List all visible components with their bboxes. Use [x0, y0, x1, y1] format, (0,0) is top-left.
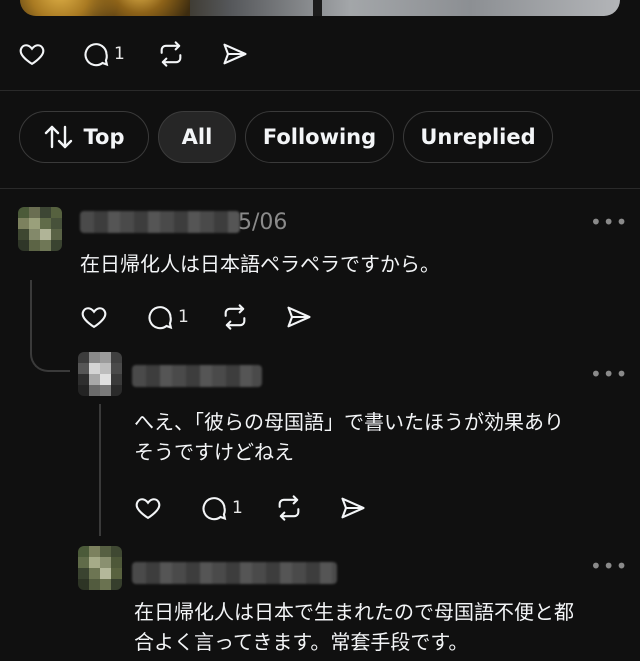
thread-connector: [30, 280, 70, 372]
image-gold-region: [20, 0, 190, 16]
more-options-icon[interactable]: •••: [590, 554, 628, 578]
heart-icon: [135, 498, 161, 520]
image-pole: [313, 0, 322, 16]
repost-icon: [278, 495, 300, 521]
comment-text: 在日帰化人は日本語ペラペラですから。: [80, 252, 440, 276]
comment-actions: 1: [134, 490, 367, 526]
like-button[interactable]: [18, 40, 46, 68]
reply-count: 1: [114, 44, 125, 64]
speech-bubble-icon: [148, 306, 173, 330]
send-icon: [287, 306, 311, 328]
reply-button[interactable]: 1: [200, 494, 243, 522]
like-button[interactable]: [134, 494, 162, 522]
share-button[interactable]: [221, 40, 249, 68]
filter-following-button[interactable]: Following: [245, 111, 394, 163]
username-blurred[interactable]: [132, 562, 337, 584]
more-options-icon[interactable]: •••: [590, 210, 628, 234]
more-options-icon[interactable]: •••: [590, 362, 628, 386]
repost-button[interactable]: [275, 494, 303, 522]
repost-icon: [224, 304, 246, 330]
send-icon: [341, 497, 365, 519]
comment-text-line-2: 合よく言ってきます。常套手段です。: [134, 630, 469, 654]
share-button[interactable]: [339, 494, 367, 522]
post-image[interactable]: [20, 0, 620, 16]
repost-icon: [160, 41, 182, 67]
reply-count: 1: [178, 307, 189, 327]
repost-button[interactable]: [157, 40, 185, 68]
post-date: 5/06: [238, 210, 288, 235]
speech-bubble-icon: [84, 43, 109, 67]
username-blurred[interactable]: [80, 211, 240, 233]
heart-icon: [19, 44, 45, 66]
send-icon: [223, 43, 247, 65]
filter-unreplied-label: Unreplied: [420, 125, 536, 149]
filter-unreplied-button[interactable]: Unreplied: [403, 111, 553, 163]
username-blurred[interactable]: [132, 365, 262, 387]
filter-top-button[interactable]: Top: [19, 111, 149, 163]
filter-top-label: Top: [83, 125, 125, 149]
thread-line: [99, 404, 101, 536]
avatar[interactable]: [78, 352, 122, 396]
reply-count: 1: [232, 498, 243, 518]
reply-button[interactable]: 1: [146, 303, 189, 331]
avatar[interactable]: [78, 546, 122, 590]
filter-following-label: Following: [262, 125, 377, 149]
heart-icon: [81, 307, 107, 329]
repost-button[interactable]: [221, 303, 249, 331]
divider: [0, 90, 640, 91]
comment-actions: 1: [80, 299, 313, 335]
post-actions: 1: [18, 36, 249, 72]
share-button[interactable]: [285, 303, 313, 331]
avatar[interactable]: [18, 207, 62, 251]
comment-text-line-2: そうですけどねえ: [134, 440, 294, 464]
like-button[interactable]: [80, 303, 108, 331]
speech-bubble-icon: [202, 497, 227, 521]
sort-icon: [44, 125, 72, 149]
divider: [0, 188, 640, 189]
reply-button[interactable]: 1: [82, 40, 125, 68]
filter-all-button[interactable]: All: [158, 111, 236, 163]
filter-all-label: All: [181, 125, 213, 149]
